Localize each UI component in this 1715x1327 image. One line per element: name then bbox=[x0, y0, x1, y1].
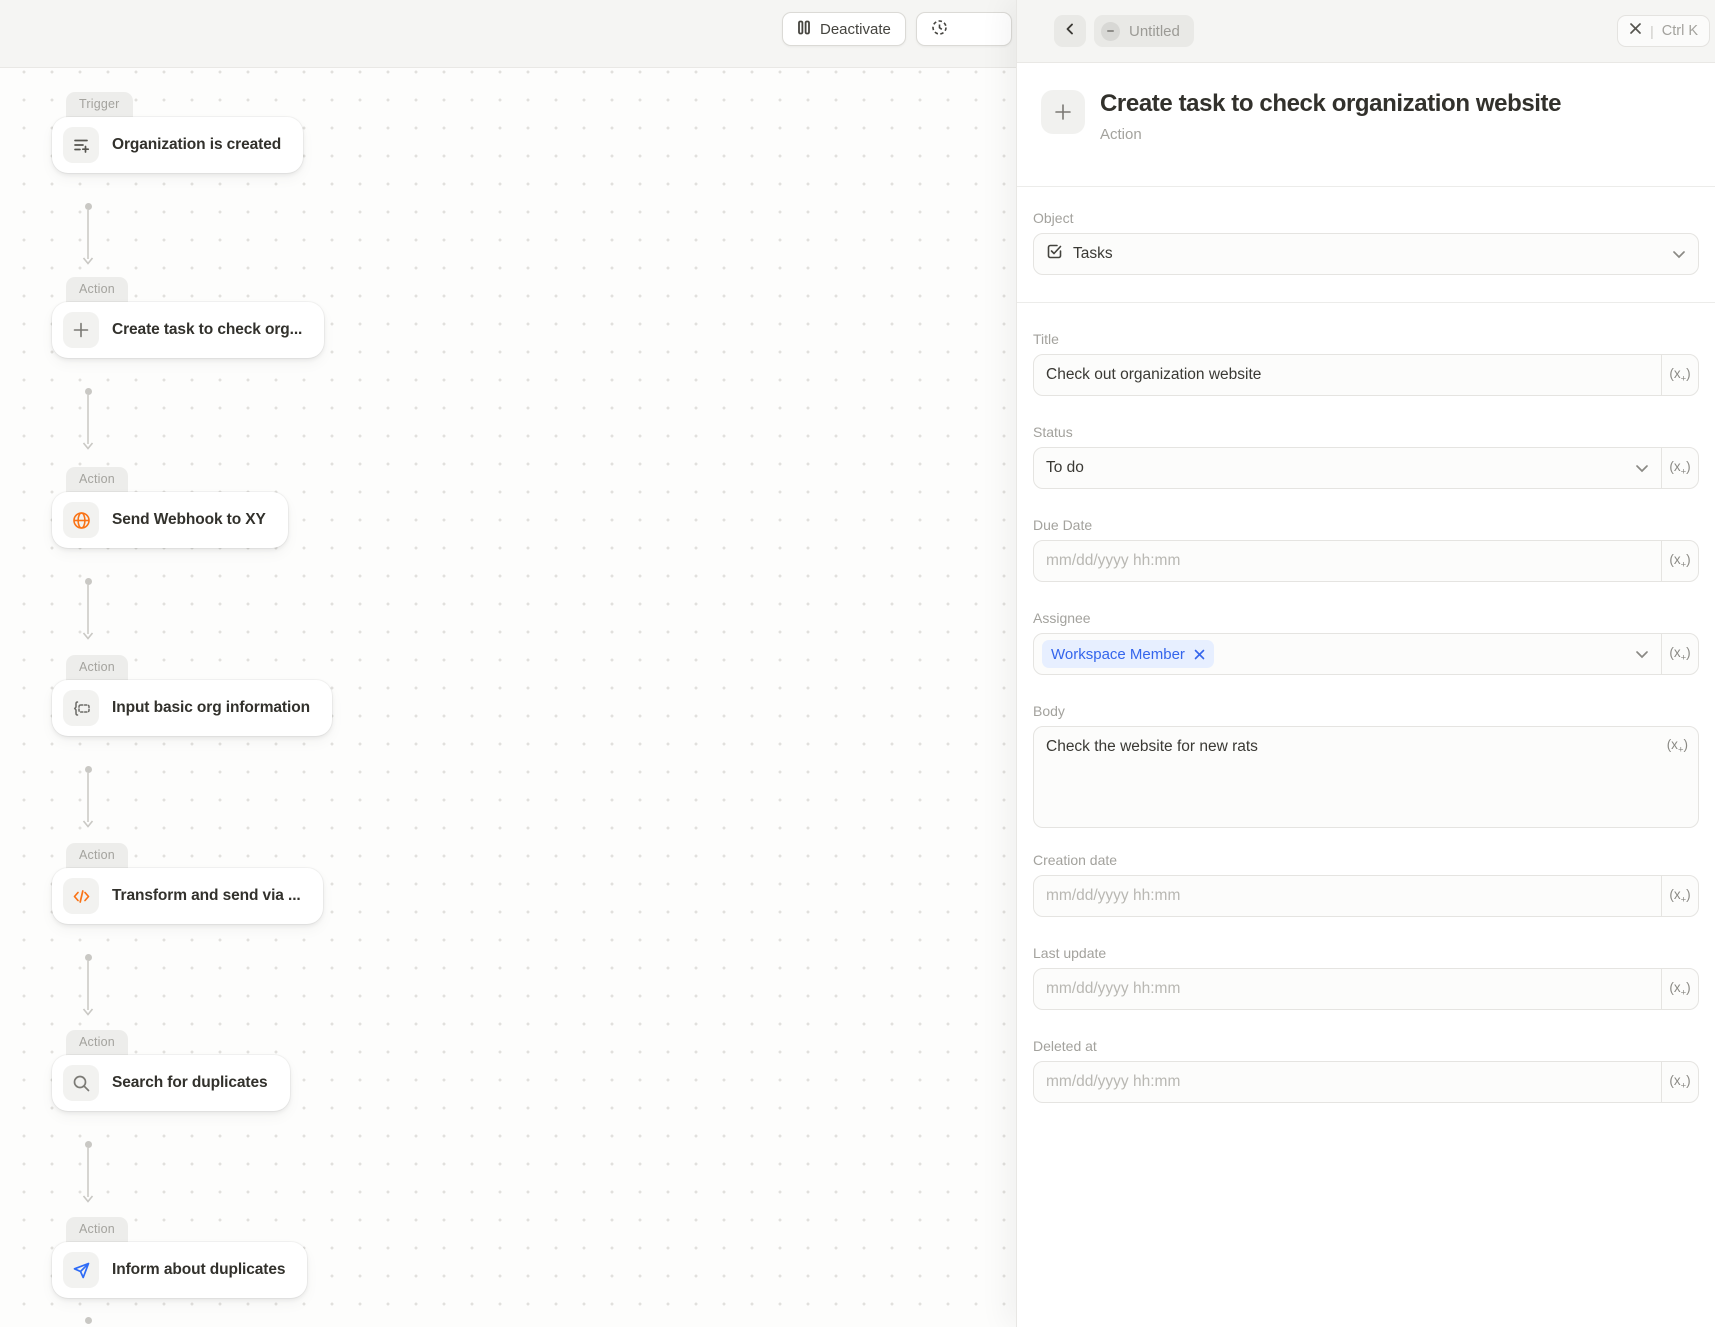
connector-arrow bbox=[81, 203, 95, 265]
node-card[interactable]: Inform about duplicates bbox=[52, 1242, 307, 1298]
insert-variable-button[interactable]: (x+) bbox=[1661, 448, 1698, 488]
action-form: Object Tasks Title bbox=[1017, 210, 1715, 1103]
task-checkbox-icon bbox=[1046, 243, 1063, 265]
last-update-input[interactable] bbox=[1046, 980, 1649, 998]
variable-icon: (x+) bbox=[1669, 645, 1690, 664]
plus-icon bbox=[63, 312, 99, 348]
globe-icon bbox=[63, 502, 99, 538]
node-label: Send Webhook to XY bbox=[112, 511, 266, 529]
creation-date-input[interactable] bbox=[1046, 887, 1649, 905]
connector-arrow bbox=[81, 388, 95, 450]
object-label: Object bbox=[1033, 210, 1699, 226]
variable-icon: (x+) bbox=[1669, 459, 1690, 478]
assignee-select[interactable]: Workspace Member (x+) bbox=[1033, 633, 1699, 675]
chevron-down-icon[interactable] bbox=[1672, 234, 1688, 274]
title-field[interactable]: (x+) bbox=[1033, 354, 1699, 396]
connector-start-dot bbox=[85, 1317, 92, 1324]
panel-header: Create task to check organization websit… bbox=[1017, 63, 1715, 187]
node-card[interactable]: Input basic org information bbox=[52, 680, 332, 736]
due-date-field[interactable]: (x+) bbox=[1033, 540, 1699, 582]
insert-variable-button[interactable]: (x+) bbox=[1661, 541, 1698, 581]
shortcut-separator: | bbox=[1650, 23, 1654, 39]
body-label: Body bbox=[1033, 703, 1699, 719]
insert-variable-button[interactable]: (x+) bbox=[1661, 969, 1698, 1009]
workflow-name-pill[interactable]: Untitled bbox=[1094, 15, 1194, 47]
workflow-name: Untitled bbox=[1129, 23, 1180, 40]
chevron-down-icon[interactable] bbox=[1635, 634, 1661, 674]
node-card[interactable]: Organization is created bbox=[52, 117, 303, 173]
list-add-icon bbox=[63, 127, 99, 163]
status-value: To do bbox=[1046, 459, 1084, 477]
section-divider bbox=[1017, 302, 1715, 303]
last-update-field[interactable]: (x+) bbox=[1033, 968, 1699, 1010]
insert-variable-button[interactable]: (x+) bbox=[1661, 355, 1698, 395]
variable-icon: (x+) bbox=[1669, 552, 1690, 571]
insert-variable-button[interactable]: (x+) bbox=[1661, 1062, 1698, 1102]
pause-icon bbox=[797, 20, 811, 39]
title-input[interactable] bbox=[1046, 366, 1649, 384]
connector-arrow bbox=[81, 766, 95, 828]
code-icon bbox=[63, 878, 99, 914]
last-update-label: Last update bbox=[1033, 945, 1699, 961]
shortcut-hint: Ctrl K bbox=[1662, 23, 1698, 39]
body-field[interactable]: Check the website for new rats (x+) bbox=[1033, 726, 1699, 828]
node-label: Search for duplicates bbox=[112, 1074, 268, 1092]
send-icon bbox=[63, 1252, 99, 1288]
variable-icon: (x+) bbox=[1669, 887, 1690, 906]
deleted-at-field[interactable]: (x+) bbox=[1033, 1061, 1699, 1103]
history-icon bbox=[931, 19, 948, 40]
due-date-input[interactable] bbox=[1046, 552, 1649, 570]
object-value: Tasks bbox=[1073, 245, 1113, 263]
variable-icon: (x+) bbox=[1669, 980, 1690, 999]
close-panel-button[interactable]: | Ctrl K bbox=[1617, 15, 1710, 47]
connector-arrow bbox=[81, 954, 95, 1016]
node-label: Organization is created bbox=[112, 136, 281, 154]
due-date-label: Due Date bbox=[1033, 517, 1699, 533]
dash-status-icon bbox=[1101, 22, 1120, 41]
run-history-button[interactable] bbox=[916, 12, 1012, 46]
variable-icon: (x+) bbox=[1667, 737, 1688, 752]
panel-toolbar: Untitled | Ctrl K bbox=[1017, 0, 1715, 63]
node-label: Transform and send via ... bbox=[112, 887, 301, 905]
title-label: Title bbox=[1033, 331, 1699, 347]
connector-arrow bbox=[81, 578, 95, 640]
back-button[interactable] bbox=[1054, 15, 1086, 47]
remove-chip-icon[interactable] bbox=[1194, 649, 1205, 660]
assignee-chip[interactable]: Workspace Member bbox=[1042, 640, 1214, 668]
close-icon bbox=[1629, 22, 1642, 40]
node-label: Inform about duplicates bbox=[112, 1261, 285, 1279]
deleted-at-label: Deleted at bbox=[1033, 1038, 1699, 1054]
insert-variable-button[interactable]: (x+) bbox=[1661, 634, 1698, 674]
node-card[interactable]: Send Webhook to XY bbox=[52, 492, 288, 548]
panel-title: Create task to check organization websit… bbox=[1100, 90, 1561, 119]
connector-arrow bbox=[81, 1141, 95, 1203]
status-select[interactable]: To do (x+) bbox=[1033, 447, 1699, 489]
status-label: Status bbox=[1033, 424, 1699, 440]
variable-icon: (x+) bbox=[1669, 1073, 1690, 1092]
insert-variable-button[interactable]: (x+) bbox=[1667, 736, 1688, 756]
creation-date-field[interactable]: (x+) bbox=[1033, 875, 1699, 917]
chevron-left-icon bbox=[1063, 22, 1077, 41]
plus-icon bbox=[1041, 90, 1085, 134]
node-card[interactable]: Search for duplicates bbox=[52, 1055, 290, 1111]
insert-variable-button[interactable]: (x+) bbox=[1661, 876, 1698, 916]
object-select[interactable]: Tasks bbox=[1033, 233, 1699, 275]
node-label: Input basic org information bbox=[112, 699, 310, 717]
assignee-label: Assignee bbox=[1033, 610, 1699, 626]
body-textarea[interactable]: Check the website for new rats bbox=[1034, 727, 1698, 827]
node-label: Create task to check org... bbox=[112, 321, 302, 339]
assignee-chip-label: Workspace Member bbox=[1051, 646, 1185, 663]
deactivate-button[interactable]: Deactivate bbox=[782, 12, 906, 46]
creation-date-label: Creation date bbox=[1033, 852, 1699, 868]
node-card[interactable]: Create task to check org... bbox=[52, 302, 324, 358]
deactivate-label: Deactivate bbox=[820, 21, 891, 38]
variable-icon: (x+) bbox=[1669, 366, 1690, 385]
panel-subtitle: Action bbox=[1100, 126, 1561, 143]
search-icon bbox=[63, 1065, 99, 1101]
node-card[interactable]: Transform and send via ... bbox=[52, 868, 323, 924]
action-config-panel: Untitled | Ctrl K Create task to check o… bbox=[1016, 0, 1715, 1327]
deleted-at-input[interactable] bbox=[1046, 1073, 1649, 1091]
input-field-icon bbox=[63, 690, 99, 726]
chevron-down-icon[interactable] bbox=[1635, 448, 1661, 488]
